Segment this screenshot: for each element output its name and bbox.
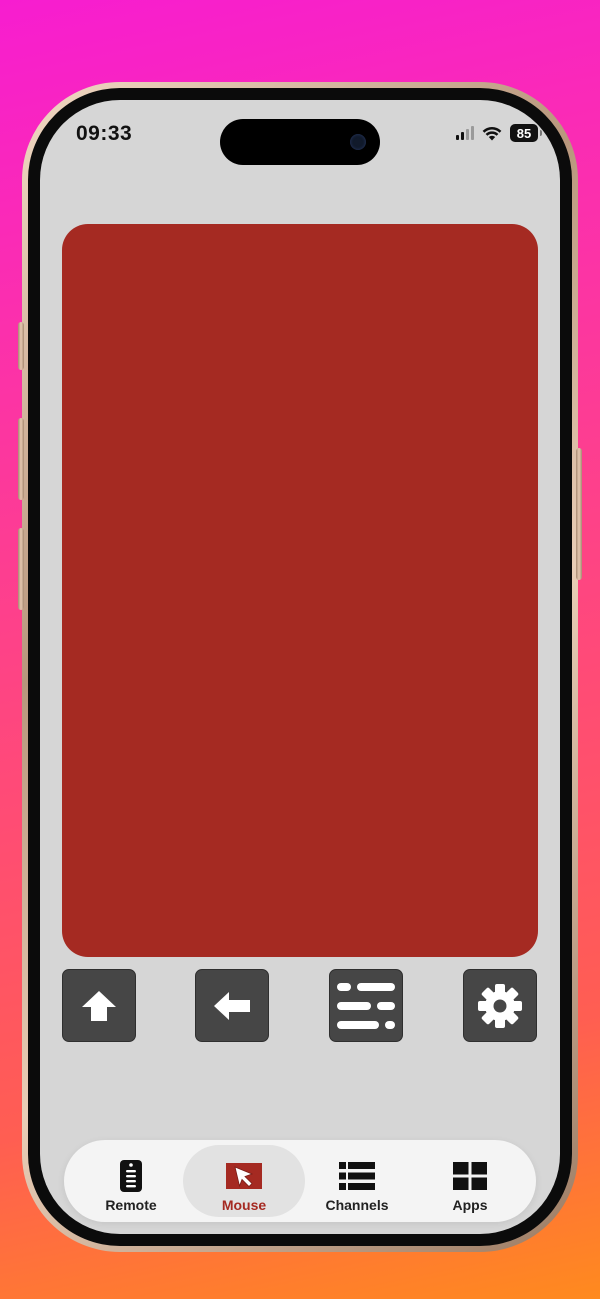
gear-icon xyxy=(478,983,522,1028)
tab-channels[interactable]: Channels xyxy=(296,1145,418,1217)
back-button[interactable] xyxy=(195,969,269,1042)
tab-label-apps: Apps xyxy=(452,1197,488,1213)
mouse-trackpad[interactable] xyxy=(62,224,538,957)
home-button[interactable] xyxy=(62,969,136,1042)
tab-label-channels: Channels xyxy=(325,1197,389,1213)
options-list-icon xyxy=(337,982,395,1029)
volume-up-button xyxy=(18,418,24,500)
status-time: 09:33 xyxy=(76,122,133,145)
status-icons: 85 xyxy=(456,124,542,142)
volume-down-button xyxy=(18,528,24,610)
arrow-left-back-icon xyxy=(214,991,250,1020)
tab-bar: Remote Mouse Channels Apps xyxy=(64,1140,536,1222)
battery-level: 85 xyxy=(516,125,532,141)
arrow-up-home-icon xyxy=(82,990,116,1021)
power-button xyxy=(576,448,582,580)
tab-label-mouse: Mouse xyxy=(221,1197,267,1213)
mouse-pointer-icon xyxy=(226,1163,262,1189)
tab-remote[interactable]: Remote xyxy=(70,1145,192,1217)
control-buttons xyxy=(62,969,538,1043)
remote-icon xyxy=(120,1160,142,1192)
grid-icon xyxy=(453,1162,487,1190)
menu-button[interactable] xyxy=(329,969,403,1042)
numbered-list-icon xyxy=(339,1162,375,1190)
cellular-signal-icon xyxy=(456,126,474,140)
mute-switch xyxy=(18,322,24,370)
settings-button[interactable] xyxy=(463,969,537,1042)
dynamic-island xyxy=(220,119,380,165)
tab-mouse[interactable]: Mouse xyxy=(183,1145,305,1217)
battery-indicator: 85 xyxy=(510,124,542,142)
wifi-icon xyxy=(482,126,502,140)
tab-apps[interactable]: Apps xyxy=(409,1145,531,1217)
tab-label-remote: Remote xyxy=(105,1197,157,1213)
phone-screen: 09:33 85 Remote Mouse Channels Apps xyxy=(40,100,560,1234)
front-camera xyxy=(350,134,366,150)
